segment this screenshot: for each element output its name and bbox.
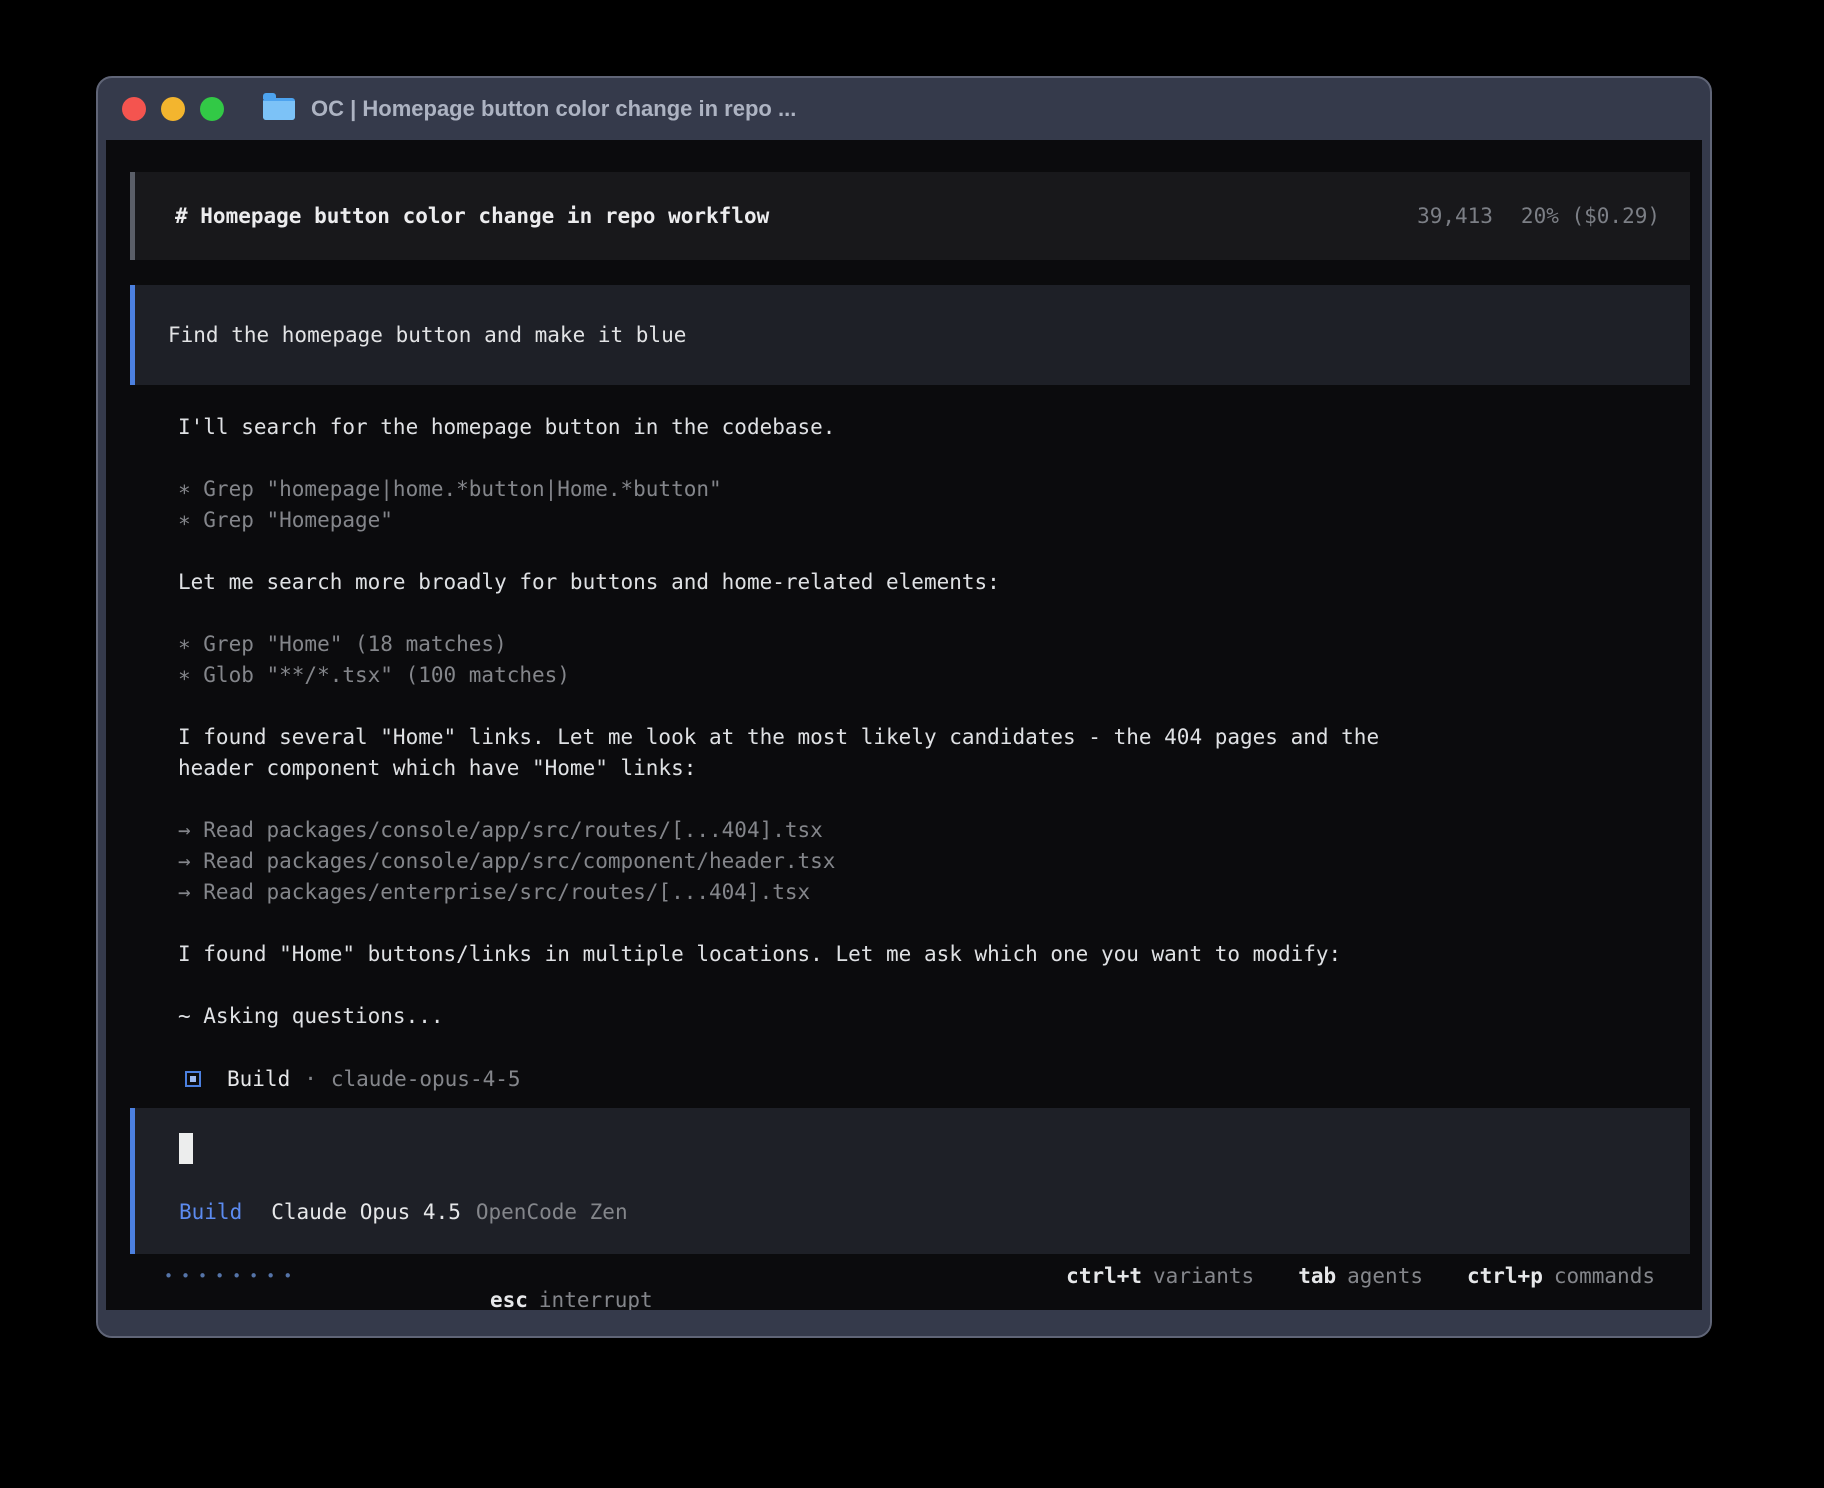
folder-icon — [263, 98, 295, 120]
close-button[interactable] — [122, 97, 146, 121]
shortcut-label: variants — [1153, 1264, 1254, 1288]
shortcut-hint: tab agents — [1298, 1264, 1423, 1288]
shortcut-key: esc — [490, 1288, 528, 1311]
text-cursor — [179, 1133, 193, 1164]
transcript-line: I found "Home" buttons/links in multiple… — [178, 939, 1690, 970]
zoom-button[interactable] — [200, 97, 224, 121]
transcript-line: → Read packages/console/app/src/componen… — [178, 846, 1690, 877]
transcript-line: → Read packages/enterprise/src/routes/[.… — [178, 877, 1690, 908]
transcript-line — [178, 970, 1690, 1001]
terminal-window: OC | Homepage button color change in rep… — [96, 76, 1712, 1338]
window-title: OC | Homepage button color change in rep… — [311, 96, 796, 122]
session-header: # Homepage button color change in repo w… — [130, 172, 1690, 260]
transcript-line — [178, 784, 1690, 815]
status-shortcuts-right: ctrl+t variants tab agents ctrl+p commands — [1022, 1264, 1655, 1288]
shortcut-key: tab — [1298, 1264, 1336, 1288]
transcript-line: I'll search for the homepage button in t… — [178, 412, 1690, 443]
desktop: OC | Homepage button color change in rep… — [0, 0, 1824, 1488]
status-bar: •••••••• escinterrupt ctrl+tvariants tab… — [130, 1260, 1690, 1291]
assistant-transcript: I'll search for the homepage button in t… — [130, 412, 1690, 1032]
shortcut-hint: ctrl+t variants — [1066, 1264, 1254, 1288]
transcript-line — [178, 536, 1690, 567]
transcript-line: ∗ Glob "**/*.tsx" (100 matches) — [178, 660, 1690, 691]
shortcut-label: interrupt — [539, 1288, 653, 1311]
agent-square-icon — [185, 1071, 201, 1087]
window-titlebar[interactable]: OC | Homepage button color change in rep… — [98, 78, 1710, 140]
transcript-line: ∗ Grep "homepage|home.*button|Home.*butt… — [178, 474, 1690, 505]
session-title: # Homepage button color change in repo w… — [175, 204, 769, 228]
transcript-line: ~ Asking questions... — [178, 1001, 1690, 1032]
transcript-line — [178, 443, 1690, 474]
agent-model-id: claude-opus-4-5 — [331, 1067, 521, 1091]
shortcut-label: agents — [1347, 1264, 1423, 1288]
transcript-line — [178, 908, 1690, 939]
spinner-dots-icon: •••••••• — [164, 1267, 300, 1285]
transcript-line: ∗ Grep "Home" (18 matches) — [178, 629, 1690, 660]
shortcut-hint: esc interrupt — [490, 1288, 653, 1311]
shortcut-key: ctrl+t — [1066, 1264, 1142, 1288]
minimize-button[interactable] — [161, 97, 185, 121]
transcript-line — [178, 598, 1690, 629]
input-agent-label[interactable]: Build — [179, 1200, 242, 1224]
user-message-text: Find the homepage button and make it blu… — [168, 323, 686, 347]
shortcut-key: ctrl+p — [1467, 1264, 1543, 1288]
traffic-lights — [122, 97, 239, 121]
window-bottom-bar — [98, 1310, 1710, 1336]
user-message: Find the homepage button and make it blu… — [130, 285, 1690, 385]
separator-dot: · — [304, 1067, 317, 1091]
transcript-line: header component which have "Home" links… — [178, 753, 1690, 784]
transcript-line: → Read packages/console/app/src/routes/[… — [178, 815, 1690, 846]
terminal-content: # Homepage button color change in repo w… — [106, 140, 1702, 1310]
token-count: 39,413 — [1417, 204, 1493, 228]
transcript-line — [178, 691, 1690, 722]
shortcut-hint: ctrl+p commands — [1467, 1264, 1655, 1288]
status-shortcuts-left: esc interrupt — [300, 1216, 652, 1311]
transcript-line: ∗ Grep "Homepage" — [178, 505, 1690, 536]
agent-name: Build — [227, 1067, 290, 1091]
context-cost: 20% ($0.29) — [1521, 204, 1660, 228]
session-stats: 39,413 20% ($0.29) — [1417, 204, 1660, 228]
shortcut-label: commands — [1554, 1264, 1655, 1288]
transcript-line: I found several "Home" links. Let me loo… — [178, 722, 1690, 753]
transcript-line: Let me search more broadly for buttons a… — [178, 567, 1690, 598]
agent-status-row: Build · claude-opus-4-5 — [130, 1063, 1690, 1094]
